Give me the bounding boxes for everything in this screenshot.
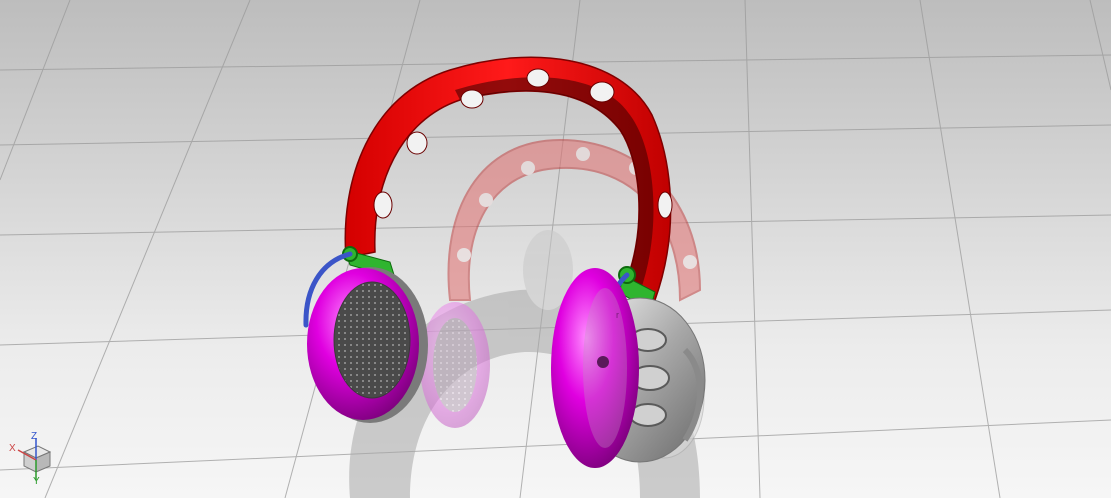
view-orientation-triad[interactable]: X Y Z (6, 430, 56, 490)
right-earcup-ring: r (551, 268, 639, 468)
left-earcup (307, 267, 428, 423)
triad-y-label: Y (33, 476, 40, 487)
triad-x-label: X (9, 443, 16, 454)
cad-3d-viewport[interactable]: r X Y Z (0, 0, 1111, 498)
svg-text:r: r (616, 310, 619, 320)
triad-z-label: Z (31, 431, 38, 442)
headphones-3d-model[interactable]: r (0, 0, 1111, 498)
